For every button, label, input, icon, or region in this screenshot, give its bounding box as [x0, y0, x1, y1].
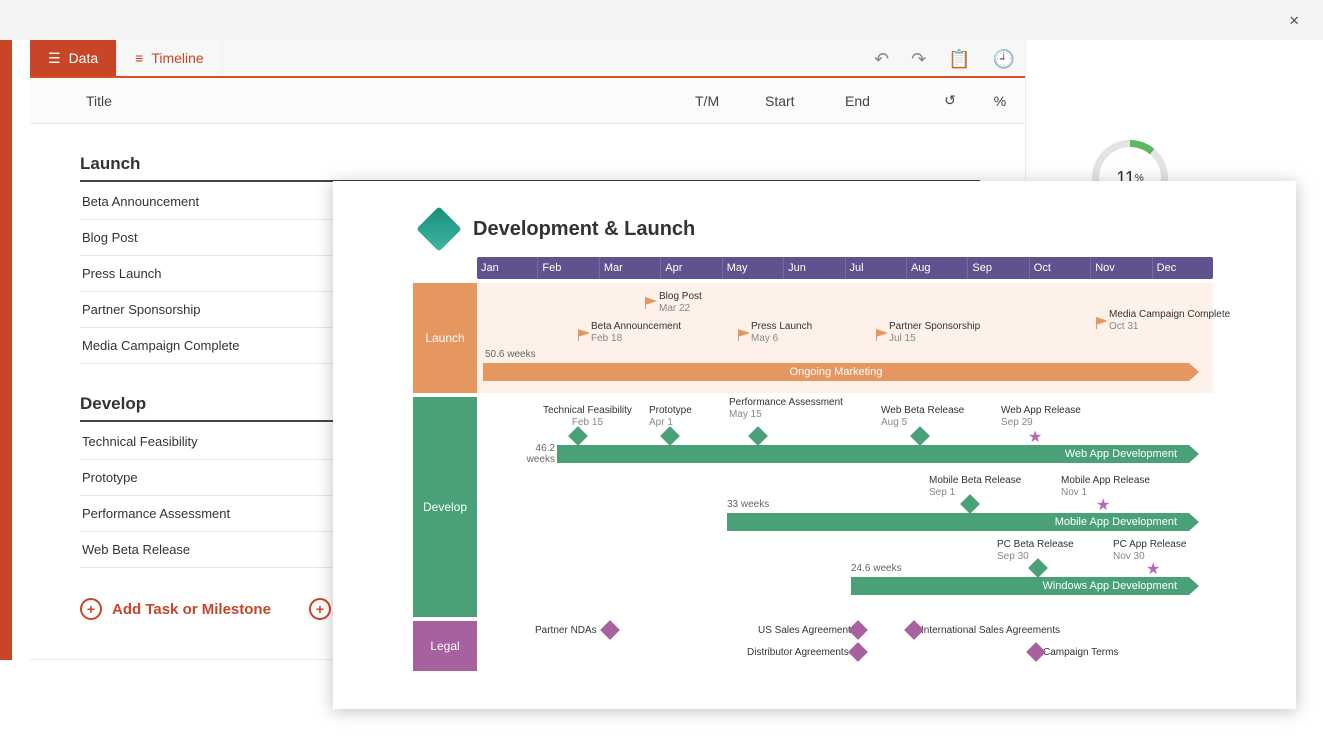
- diamond-icon: [600, 620, 620, 640]
- month-cell: Nov: [1091, 257, 1152, 279]
- milestone-label: Web App ReleaseSep 29: [1001, 405, 1081, 428]
- flag-icon: [578, 329, 590, 341]
- plus-icon[interactable]: +: [309, 598, 331, 620]
- col-start: Start: [765, 93, 845, 109]
- col-title: Title: [86, 93, 695, 109]
- duration-label: 46.2 weeks: [515, 443, 555, 465]
- month-cell: May: [723, 257, 784, 279]
- task-bar-windows[interactable]: Windows App Development: [851, 577, 1189, 595]
- task-bar-ongoing-marketing[interactable]: Ongoing Marketing: [483, 363, 1189, 381]
- col-percent: %: [975, 93, 1025, 109]
- gantt-chart: Jan Feb Mar Apr May Jun Jul Aug Sep Oct …: [413, 257, 1213, 687]
- history-icon[interactable]: 🕘: [993, 49, 1015, 70]
- month-cell: Mar: [600, 257, 661, 279]
- task-bar-mobile[interactable]: Mobile App Development: [727, 513, 1189, 531]
- tab-bar: ☰ Data ≡ Timeline ↶ ↷ 📋 🕘: [30, 40, 1025, 78]
- accent-strip: [0, 40, 12, 660]
- diamond-icon: [748, 426, 768, 446]
- milestone-label: Press LaunchMay 6: [751, 321, 812, 344]
- list-icon: ☰: [48, 50, 61, 67]
- flag-icon: [876, 329, 888, 341]
- plus-icon: +: [80, 598, 102, 620]
- month-cell: Jan: [477, 257, 538, 279]
- milestone-label: Mobile Beta ReleaseSep 1: [929, 475, 1021, 498]
- month-cell: Aug: [907, 257, 968, 279]
- swimlane-launch: Launch: [413, 283, 477, 393]
- duration-label: 24.6 weeks: [851, 563, 902, 574]
- star-icon: ★: [1096, 495, 1110, 515]
- add-label: Add Task or Milestone: [112, 601, 271, 618]
- clipboard-icon[interactable]: 📋: [948, 49, 970, 70]
- diamond-icon: [848, 620, 868, 640]
- flag-icon: [1096, 317, 1108, 329]
- duration-label: 33 weeks: [727, 499, 769, 510]
- milestone-label: PrototypeApr 1: [649, 405, 692, 428]
- month-cell: Jul: [846, 257, 907, 279]
- month-cell: Jun: [784, 257, 845, 279]
- swimlane-develop: Develop: [413, 397, 477, 617]
- diamond-icon: [568, 426, 588, 446]
- undo-icon[interactable]: ↶: [874, 49, 889, 70]
- milestone-label: Web Beta ReleaseAug 5: [881, 405, 964, 428]
- app-logo-icon: [416, 206, 461, 251]
- diamond-icon: [848, 642, 868, 662]
- milestone-label: Blog PostMar 22: [659, 291, 702, 314]
- milestone-label: Partner NDAs: [535, 625, 597, 637]
- milestone-label: Performance AssessmentMay 15: [729, 397, 843, 420]
- timeline-icon: ≡: [135, 50, 143, 66]
- milestone-label: Technical FeasibilityFeb 15: [543, 405, 632, 428]
- tab-label: Timeline: [151, 50, 203, 66]
- col-end: End: [845, 93, 925, 109]
- milestone-label: Beta AnnouncementFeb 18: [591, 321, 681, 344]
- star-icon: ★: [1146, 559, 1160, 579]
- diamond-icon: [910, 426, 930, 446]
- month-cell: Feb: [538, 257, 599, 279]
- tab-label: Data: [69, 50, 99, 66]
- milestone-label: Partner SponsorshipJul 15: [889, 321, 980, 344]
- month-cell: Apr: [661, 257, 722, 279]
- milestone-label: Distributor Agreements: [747, 647, 849, 659]
- col-tm: T/M: [695, 93, 765, 109]
- milestone-label: PC Beta ReleaseSep 30: [997, 539, 1074, 562]
- close-icon[interactable]: ✕: [1289, 10, 1299, 29]
- milestone-label: Media Campaign CompleteOct 31: [1109, 309, 1230, 332]
- task-bar-web[interactable]: Web App Development: [557, 445, 1189, 463]
- diamond-icon: [660, 426, 680, 446]
- group-title[interactable]: Launch: [80, 154, 980, 174]
- timeline-preview-card: Development & Launch Jan Feb Mar Apr May…: [333, 181, 1296, 709]
- milestone-label: Campaign Terms: [1043, 647, 1118, 659]
- milestone-label: International Sales Agreements: [921, 625, 1060, 637]
- duration-label: 50.6 weeks: [485, 349, 536, 360]
- timeline-title: Development & Launch: [473, 218, 695, 241]
- flag-icon: [738, 329, 750, 341]
- star-icon: ★: [1028, 427, 1042, 447]
- month-header: Jan Feb Mar Apr May Jun Jul Aug Sep Oct …: [477, 257, 1213, 279]
- tab-data[interactable]: ☰ Data: [30, 40, 117, 76]
- diamond-icon: [1026, 642, 1046, 662]
- month-cell: Sep: [968, 257, 1029, 279]
- redo-icon[interactable]: ↷: [911, 49, 926, 70]
- toolbar: ↶ ↷ 📋 🕘: [874, 40, 1015, 78]
- flag-icon: [645, 297, 657, 309]
- month-cell: Oct: [1030, 257, 1091, 279]
- tab-timeline[interactable]: ≡ Timeline: [117, 40, 223, 76]
- month-cell: Dec: [1153, 257, 1213, 279]
- milestone-label: US Sales Agreements: [758, 625, 856, 637]
- col-history-icon: ↺: [925, 92, 975, 109]
- column-headers: Title T/M Start End ↺ %: [30, 78, 1025, 124]
- diamond-icon: [904, 620, 924, 640]
- swimlane-legal: Legal: [413, 621, 477, 671]
